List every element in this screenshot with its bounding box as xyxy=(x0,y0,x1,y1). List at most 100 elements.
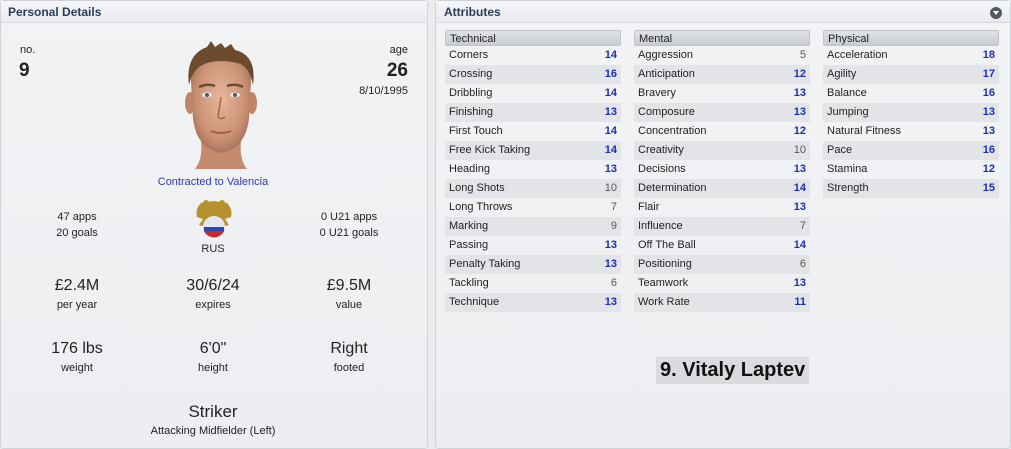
contract-club-link[interactable]: Contracted to Valencia xyxy=(113,176,313,188)
attribute-value: 16 xyxy=(982,144,995,156)
attribute-row: Decisions 13 xyxy=(634,160,810,179)
attribute-value: 13 xyxy=(793,277,806,289)
attribute-value: 7 xyxy=(610,201,617,213)
attribute-row: Crossing 16 xyxy=(445,65,621,84)
attribute-value: 18 xyxy=(982,49,995,61)
attribute-value: 14 xyxy=(793,239,806,251)
attribute-name: Long Shots xyxy=(449,182,505,194)
chevron-down-icon[interactable] xyxy=(990,7,1002,19)
attribute-row: Creativity 10 xyxy=(634,141,810,160)
attribute-name: Pace xyxy=(827,144,853,156)
attribute-row: Balance 16 xyxy=(823,84,999,103)
attribute-name: Penalty Taking xyxy=(449,258,521,270)
attribute-value: 14 xyxy=(604,125,617,137)
attribute-value: 16 xyxy=(604,68,617,80)
attribute-name: Acceleration xyxy=(827,49,888,61)
attribute-value: 13 xyxy=(604,258,617,270)
attribute-row: Composure 13 xyxy=(634,103,810,122)
attribute-row: Heading 13 xyxy=(445,160,621,179)
attribute-name: Decisions xyxy=(638,163,686,175)
attribute-row: Long Shots 10 xyxy=(445,179,621,198)
physical-header: Physical xyxy=(823,30,999,46)
attribute-row: Long Throws 7 xyxy=(445,198,621,217)
attribute-value: 15 xyxy=(982,182,995,194)
attribute-row: Influence 7 xyxy=(634,217,810,236)
attribute-row: Corners 14 xyxy=(445,46,621,65)
attribute-name: Free Kick Taking xyxy=(449,144,531,156)
apps-text: 47 apps xyxy=(57,211,97,223)
contract-expires-label: expires xyxy=(195,299,231,311)
attribute-value: 14 xyxy=(604,144,617,156)
attribute-value: 13 xyxy=(793,163,806,175)
attribute-value: 13 xyxy=(604,163,617,175)
attribute-name: Long Throws xyxy=(449,201,513,213)
attribute-name: Teamwork xyxy=(638,277,689,289)
attribute-row: First Touch 14 xyxy=(445,122,621,141)
attribute-name: Aggression xyxy=(638,49,694,61)
attribute-row: Work Rate 11 xyxy=(634,293,810,312)
wage-value: £2.4M xyxy=(54,277,100,294)
attribute-name: Creativity xyxy=(638,144,684,156)
attribute-name: Concentration xyxy=(638,125,707,137)
attribute-row: Technique 13 xyxy=(445,293,621,312)
player-name: 9. Vitaly Laptev xyxy=(656,357,810,384)
attribute-row: Free Kick Taking 14 xyxy=(445,141,621,160)
attribute-row: Tackling 6 xyxy=(445,274,621,293)
attribute-value: 11 xyxy=(794,296,806,308)
mental-header: Mental xyxy=(634,30,810,46)
secondary-position: Attacking Midfielder (Left) xyxy=(150,425,276,437)
attribute-row: Penalty Taking 13 xyxy=(445,255,621,274)
attribute-name: Jumping xyxy=(827,106,869,118)
attribute-value: 10 xyxy=(604,182,617,194)
wage-label: per year xyxy=(56,299,98,311)
attributes-title: Attributes xyxy=(436,1,1010,23)
attribute-name: Tackling xyxy=(449,277,489,289)
attribute-row: Anticipation 12 xyxy=(634,65,810,84)
attribute-name: Corners xyxy=(449,49,489,61)
goals-text: 20 goals xyxy=(56,227,98,239)
height-value: 6'0" xyxy=(199,340,227,357)
attribute-row: Pace 16 xyxy=(823,141,999,160)
attribute-name: Passing xyxy=(449,239,489,251)
transfer-value-label: value xyxy=(335,299,363,311)
attribute-name: Dribbling xyxy=(449,87,493,99)
attribute-value: 14 xyxy=(793,182,806,194)
attribute-value: 6 xyxy=(799,258,806,270)
u21-goals-text: 0 U21 goals xyxy=(319,227,379,239)
attribute-value: 14 xyxy=(604,87,617,99)
attribute-row: Flair 13 xyxy=(634,198,810,217)
u21-apps-text: 0 U21 apps xyxy=(320,211,378,223)
player-portrait xyxy=(185,41,257,169)
technical-header: Technical xyxy=(445,30,621,46)
squad-number-label: no. xyxy=(20,44,36,56)
attribute-name: Anticipation xyxy=(638,68,695,80)
attribute-name: Positioning xyxy=(638,258,692,270)
mental-column: Mental Aggression 5 Anticipation 12 Bravery 1… xyxy=(634,30,810,312)
attribute-name: Natural Fitness xyxy=(827,125,901,137)
weight-label: weight xyxy=(61,362,93,374)
attribute-value: 13 xyxy=(793,201,806,213)
attribute-row: Natural Fitness 13 xyxy=(823,122,999,141)
attribute-name: Stamina xyxy=(827,163,868,175)
attribute-value: 12 xyxy=(793,68,806,80)
date-of-birth: 8/10/1995 xyxy=(359,85,408,97)
attribute-value: 13 xyxy=(604,239,617,251)
attribute-row: Finishing 13 xyxy=(445,103,621,122)
attribute-value: 6 xyxy=(610,277,617,289)
attribute-row: Bravery 13 xyxy=(634,84,810,103)
height-label: height xyxy=(198,362,228,374)
attribute-row: Jumping 13 xyxy=(823,103,999,122)
attribute-row: Teamwork 13 xyxy=(634,274,810,293)
attribute-name: Determination xyxy=(638,182,707,194)
attribute-name: Composure xyxy=(638,106,695,118)
attributes-panel: Attributes Technical Corners 14 Crossing 16… xyxy=(435,0,1011,449)
attribute-row: Off The Ball 14 xyxy=(634,236,810,255)
attribute-name: Influence xyxy=(638,220,683,232)
attribute-value: 5 xyxy=(799,49,806,61)
attribute-name: Agility xyxy=(827,68,857,80)
contract-expires-value: 30/6/24 xyxy=(186,277,240,294)
attribute-row: Strength 15 xyxy=(823,179,999,198)
attribute-name: Work Rate xyxy=(638,296,690,308)
attribute-value: 14 xyxy=(604,49,617,61)
age-value: 26 xyxy=(386,60,408,81)
